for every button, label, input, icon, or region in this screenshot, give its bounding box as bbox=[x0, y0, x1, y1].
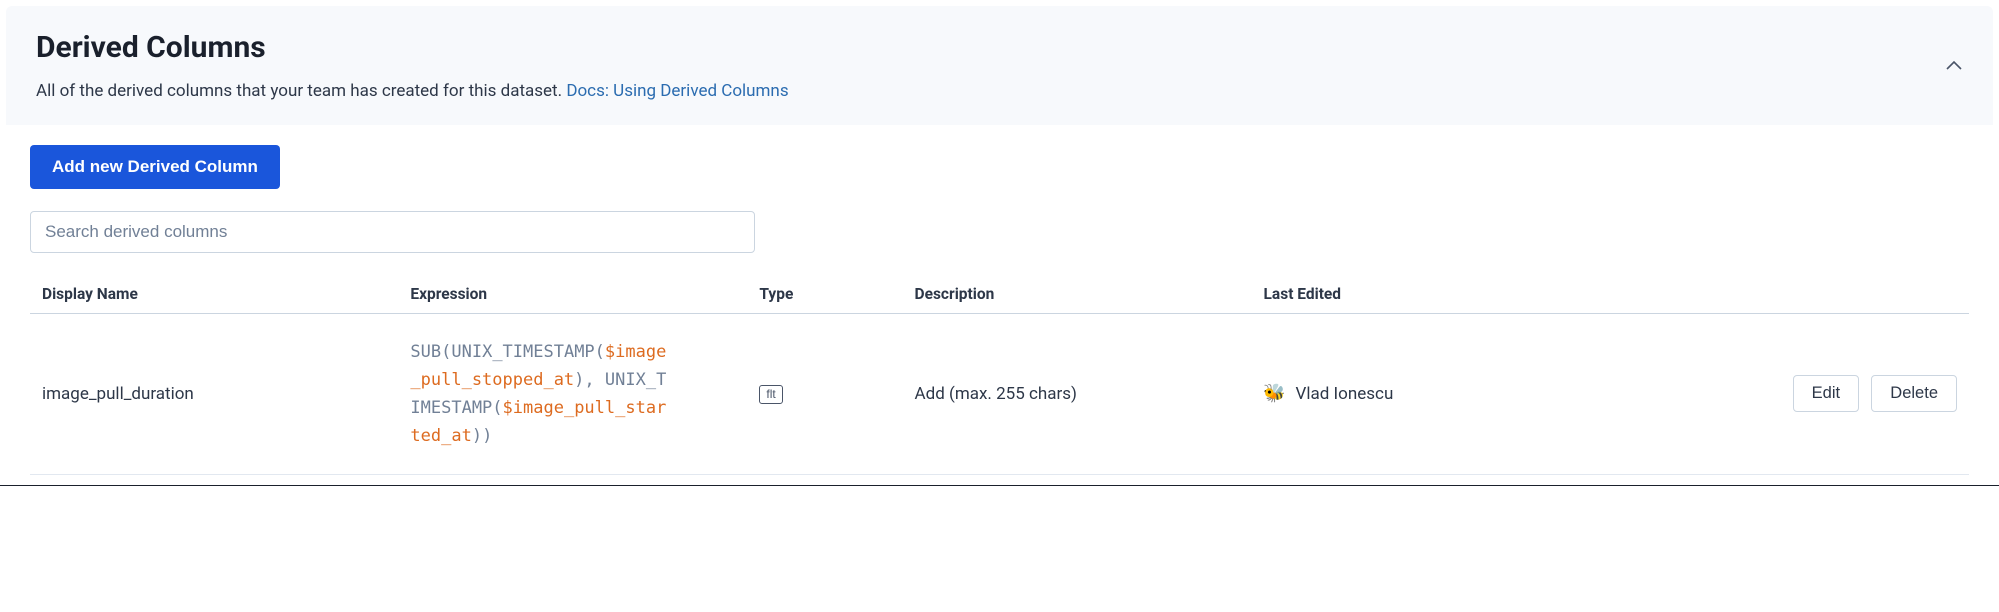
th-type: Type bbox=[747, 275, 902, 314]
table-row: image_pull_duration SUB(UNIX_TIMESTAMP($… bbox=[30, 313, 1969, 474]
description-placeholder: Add (max. 255 chars) bbox=[915, 384, 1077, 404]
avatar: 🐝 bbox=[1264, 383, 1286, 405]
derived-columns-table: Display Name Expression Type Description… bbox=[30, 275, 1969, 475]
cell-last-edited: 🐝 Vlad Ionescu bbox=[1252, 313, 1601, 474]
th-actions bbox=[1601, 275, 1969, 314]
expr-token: ( bbox=[492, 398, 502, 418]
cell-description[interactable]: Add (max. 255 chars) bbox=[903, 313, 1252, 474]
expr-token: ) bbox=[472, 426, 482, 446]
docs-link[interactable]: Docs: Using Derived Columns bbox=[566, 81, 788, 101]
cell-actions: Edit Delete bbox=[1601, 313, 1969, 474]
expr-token: UNIX_TIMESTAMP bbox=[451, 342, 594, 362]
cell-display-name: image_pull_duration bbox=[30, 313, 398, 474]
cell-type: flt bbox=[747, 313, 902, 474]
expr-token: ( bbox=[595, 342, 605, 362]
expr-token: ) bbox=[482, 426, 492, 446]
section-header: Derived Columns All of the derived colum… bbox=[6, 6, 1993, 125]
th-display-name: Display Name bbox=[30, 275, 398, 314]
th-expression: Expression bbox=[398, 275, 747, 314]
edit-button[interactable]: Edit bbox=[1793, 375, 1859, 412]
th-description: Description bbox=[903, 275, 1252, 314]
user-name: Vlad Ionescu bbox=[1296, 384, 1394, 404]
section-body: Add new Derived Column Display Name Expr… bbox=[0, 125, 1999, 485]
page-title: Derived Columns bbox=[36, 30, 1963, 65]
add-derived-column-button[interactable]: Add new Derived Column bbox=[30, 145, 280, 189]
delete-button[interactable]: Delete bbox=[1871, 375, 1957, 412]
type-badge: flt bbox=[759, 385, 782, 403]
expr-token: ) bbox=[574, 370, 584, 390]
expr-token: ( bbox=[441, 342, 451, 362]
th-last-edited: Last Edited bbox=[1252, 275, 1601, 314]
chevron-up-icon[interactable] bbox=[1945, 56, 1963, 74]
cell-expression: SUB(UNIX_TIMESTAMP($image_pull_stopped_a… bbox=[398, 313, 747, 474]
expr-token: , bbox=[584, 370, 604, 390]
page-subtitle: All of the derived columns that your tea… bbox=[36, 79, 1963, 105]
subtitle-text: All of the derived columns that your tea… bbox=[36, 81, 566, 101]
expr-token: SUB bbox=[410, 342, 441, 362]
search-input[interactable] bbox=[30, 211, 755, 253]
